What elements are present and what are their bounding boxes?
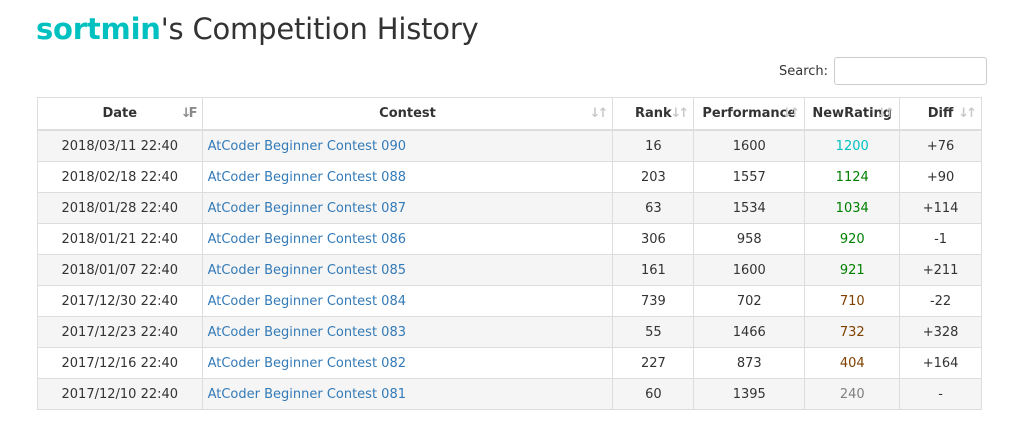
new-rating-cell: 240	[804, 378, 901, 410]
performance-cell: 1534	[693, 192, 806, 224]
new-rating-cell: 404	[804, 347, 901, 379]
contest-cell: AtCoder Beginner Contest 083	[201, 316, 614, 348]
diff-cell: +328	[899, 316, 982, 348]
date-cell: 2017/12/16 22:40	[37, 347, 203, 379]
diff-cell: +76	[899, 129, 982, 162]
contest-link[interactable]: AtCoder Beginner Contest 087	[208, 201, 406, 216]
column-header-performance[interactable]: Performance ↓↑	[693, 97, 806, 131]
performance-cell: 958	[693, 223, 806, 255]
new-rating-cell: 1034	[804, 192, 901, 224]
search-label: Search:	[779, 63, 829, 79]
search-input[interactable]	[834, 57, 988, 85]
sort-arrows-icon: ↓↑	[781, 106, 800, 121]
rank-cell: 55	[612, 316, 695, 348]
date-cell: 2017/12/10 22:40	[37, 378, 203, 410]
performance-cell: 1557	[693, 161, 806, 193]
new-rating-cell: 920	[804, 223, 901, 255]
new-rating-cell: 1200	[804, 129, 901, 162]
diff-cell: +114	[899, 192, 982, 224]
date-cell: 2018/01/07 22:40	[37, 254, 203, 286]
table-row: 2017/12/30 22:40 AtCoder Beginner Contest…	[37, 285, 982, 317]
page-title: sortmin's Competition History	[36, 12, 479, 46]
contest-cell: AtCoder Beginner Contest 090	[201, 129, 614, 162]
sort-arrows-icon: ↓↑	[958, 106, 977, 121]
table-row: 2018/01/21 22:40 AtCoder Beginner Contest…	[37, 223, 982, 255]
column-header-contest[interactable]: Contest ↓↑	[201, 97, 614, 131]
rank-cell: 739	[612, 285, 695, 317]
rank-cell: 63	[612, 192, 695, 224]
contest-cell: AtCoder Beginner Contest 088	[201, 161, 614, 193]
table-row: 2018/01/07 22:40 AtCoder Beginner Contest…	[37, 254, 982, 286]
table-header: Date ↓F Contest ↓↑ Rank ↓↑ Performance ↓↑ Ne…	[37, 97, 982, 131]
diff-cell: +164	[899, 347, 982, 379]
performance-cell: 873	[693, 347, 806, 379]
column-header-rank[interactable]: Rank ↓↑	[612, 97, 695, 131]
column-header-new-rating[interactable]: NewRating ↓↑	[804, 97, 901, 131]
column-header-diff[interactable]: Diff ↓↑	[899, 97, 982, 131]
date-cell: 2017/12/30 22:40	[37, 285, 203, 317]
diff-cell: -1	[899, 223, 982, 255]
sort-arrows-icon: ↓↑	[670, 106, 689, 121]
date-cell: 2018/01/21 22:40	[37, 223, 203, 255]
rank-cell: 227	[612, 347, 695, 379]
date-cell: 2018/02/18 22:40	[37, 161, 203, 193]
contest-link[interactable]: AtCoder Beginner Contest 090	[208, 139, 406, 154]
sort-arrows-icon: ↓↑	[589, 106, 609, 121]
contest-link[interactable]: AtCoder Beginner Contest 083	[208, 325, 406, 340]
column-header-date[interactable]: Date ↓F	[37, 97, 203, 131]
sort-arrows-icon: ↓↑	[876, 106, 895, 121]
history-table: Date ↓F Contest ↓↑ Rank ↓↑ Performance ↓↑ Ne…	[37, 97, 982, 410]
performance-cell: 1600	[693, 129, 806, 162]
contest-link[interactable]: AtCoder Beginner Contest 086	[208, 232, 406, 247]
contest-link[interactable]: AtCoder Beginner Contest 085	[208, 263, 406, 278]
header-row: Date ↓F Contest ↓↑ Rank ↓↑ Performance ↓↑ Ne…	[37, 97, 982, 131]
rank-cell: 60	[612, 378, 695, 410]
username[interactable]: sortmin	[36, 12, 161, 46]
rank-cell: 306	[612, 223, 695, 255]
table-row: 2017/12/16 22:40 AtCoder Beginner Contest…	[37, 347, 982, 379]
diff-cell: +211	[899, 254, 982, 286]
contest-link[interactable]: AtCoder Beginner Contest 082	[208, 356, 406, 371]
contest-cell: AtCoder Beginner Contest 086	[201, 223, 614, 255]
contest-cell: AtCoder Beginner Contest 085	[201, 254, 614, 286]
performance-cell: 1600	[693, 254, 806, 286]
table-row: 2018/03/11 22:40 AtCoder Beginner Contest…	[37, 129, 982, 162]
diff-cell: +90	[899, 161, 982, 193]
table-row: 2017/12/23 22:40 AtCoder Beginner Contest…	[37, 316, 982, 348]
table-body: 2018/03/11 22:40 AtCoder Beginner Contest…	[37, 129, 982, 410]
new-rating-cell: 1124	[804, 161, 901, 193]
performance-cell: 1395	[693, 378, 806, 410]
date-cell: 2017/12/23 22:40	[37, 316, 203, 348]
sort-amount-down-icon: ↓F	[180, 106, 198, 121]
rank-cell: 16	[612, 129, 695, 162]
contest-link[interactable]: AtCoder Beginner Contest 088	[208, 170, 406, 185]
diff-cell: -22	[899, 285, 982, 317]
rank-cell: 161	[612, 254, 695, 286]
table-row: 2018/01/28 22:40 AtCoder Beginner Contest…	[37, 192, 982, 224]
contest-link[interactable]: AtCoder Beginner Contest 084	[208, 294, 406, 309]
page-title-suffix: 's Competition History	[160, 12, 479, 46]
contest-cell: AtCoder Beginner Contest 082	[201, 347, 614, 379]
performance-cell: 1466	[693, 316, 806, 348]
contest-link[interactable]: AtCoder Beginner Contest 081	[208, 387, 406, 402]
diff-cell: -	[899, 378, 982, 410]
contest-cell: AtCoder Beginner Contest 081	[201, 378, 614, 410]
rank-cell: 203	[612, 161, 695, 193]
new-rating-cell: 921	[804, 254, 901, 286]
new-rating-cell: 710	[804, 285, 901, 317]
table-row: 2017/12/10 22:40 AtCoder Beginner Contest…	[37, 378, 982, 410]
search-bar: Search:	[779, 56, 988, 86]
new-rating-cell: 732	[804, 316, 901, 348]
contest-cell: AtCoder Beginner Contest 084	[201, 285, 614, 317]
table-row: 2018/02/18 22:40 AtCoder Beginner Contest…	[37, 161, 982, 193]
date-cell: 2018/03/11 22:40	[37, 129, 203, 162]
date-cell: 2018/01/28 22:40	[37, 192, 203, 224]
performance-cell: 702	[693, 285, 806, 317]
contest-cell: AtCoder Beginner Contest 087	[201, 192, 614, 224]
